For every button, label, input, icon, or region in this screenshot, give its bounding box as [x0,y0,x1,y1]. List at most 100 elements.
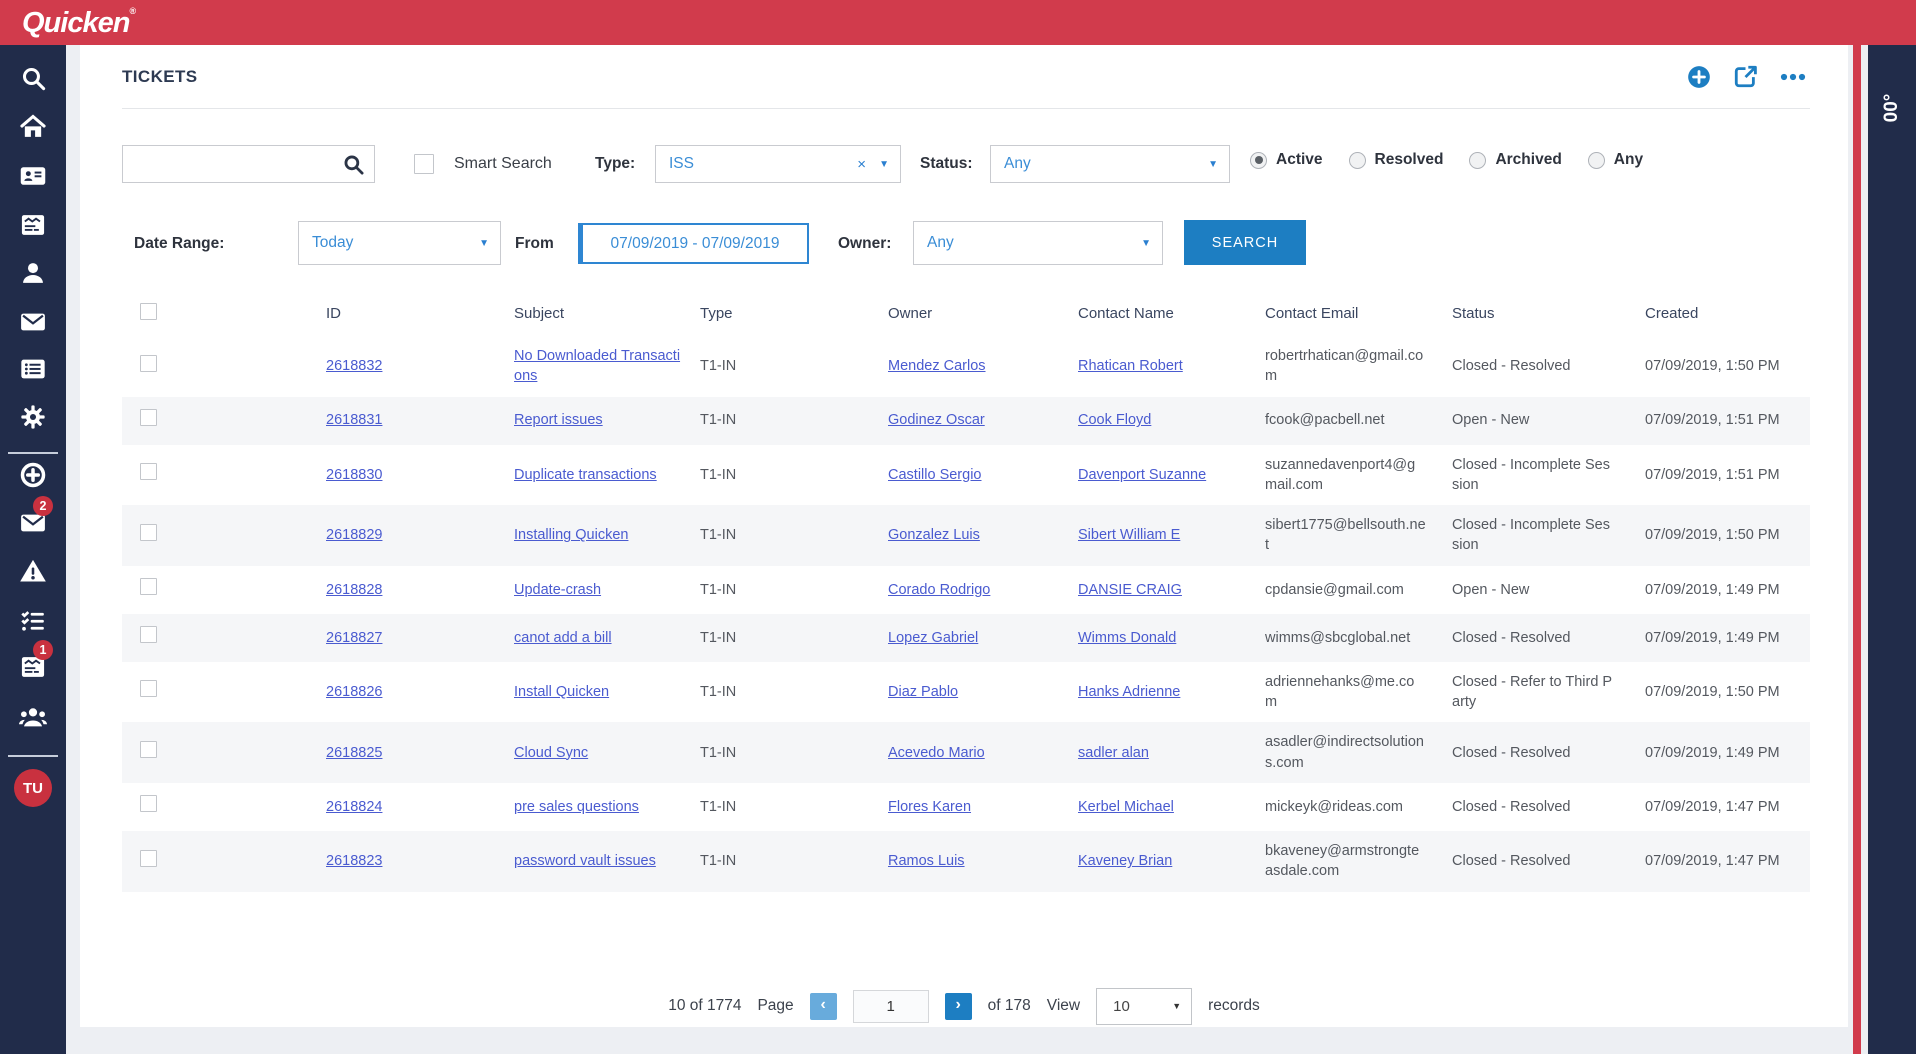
user-avatar[interactable]: TU [14,769,52,807]
task-checklist-icon[interactable] [0,607,66,635]
radio-active[interactable]: Active [1250,151,1323,169]
ticket-note-icon[interactable] [0,211,66,239]
ticket-subject-link[interactable]: canot add a bill [514,630,612,646]
list-icon[interactable] [0,355,66,383]
row-checkbox[interactable] [140,741,157,758]
ticket-subject-link[interactable]: pre sales questions [514,799,639,815]
date-range-value: Today [299,234,353,252]
radio-archived[interactable]: Archived [1469,151,1561,169]
ticket-id-link[interactable]: 2618829 [326,527,382,543]
search-button[interactable]: SEARCH [1184,220,1306,265]
contact-card-icon[interactable] [0,162,66,190]
ticket-status: Open - New [1452,566,1645,614]
row-checkbox[interactable] [140,680,157,697]
ticket-row: 2618827 canot add a bill T1-IN Lopez Gab… [122,614,1810,662]
ticket-owner-link[interactable]: Corado Rodrigo [888,582,990,598]
row-checkbox[interactable] [140,463,157,480]
ticket-subject-link[interactable]: Cloud Sync [514,745,588,761]
row-checkbox[interactable] [140,409,157,426]
radio-dot[interactable] [1250,152,1267,169]
ticket-search-input[interactable] [133,146,333,182]
page-size-value: 10 [1097,998,1130,1015]
ticket-owner-link[interactable]: Mendez Carlos [888,358,986,374]
ticket-id-link[interactable]: 2618830 [326,467,382,483]
contact-name-link[interactable]: Davenport Suzanne [1078,467,1206,483]
type-select[interactable]: ISS × ▼ [655,145,901,183]
contact-name-link[interactable]: DANSIE CRAIG [1078,582,1182,598]
collapsed-side-panel[interactable]: 00° [1868,45,1916,1054]
contact-name-link[interactable]: Kaveney Brian [1078,853,1172,869]
alert-triangle-icon[interactable] [0,557,66,585]
ticket-subject-link[interactable]: Duplicate transactions [514,467,657,483]
prev-page-button[interactable]: ‹ [810,993,837,1020]
ticket-id-link[interactable]: 2618825 [326,745,382,761]
smart-search-checkbox[interactable] [414,154,434,174]
search-submit-icon[interactable] [342,153,365,181]
page-size-select[interactable]: 10 ▼ [1096,988,1192,1025]
contact-email: asadler@indirectsolutions.com [1265,722,1452,783]
row-checkbox[interactable] [140,578,157,595]
contact-name-link[interactable]: Cook Floyd [1078,412,1151,428]
ticket-id-link[interactable]: 2618828 [326,582,382,598]
chevron-down-icon: ▼ [1208,159,1218,170]
ticket-owner-link[interactable]: Diaz Pablo [888,684,958,700]
home-icon[interactable] [0,113,66,141]
mail-icon[interactable] [0,308,66,336]
radio-resolved[interactable]: Resolved [1349,151,1444,169]
ticket-owner-link[interactable]: Ramos Luis [888,853,965,869]
inbox-mail-icon[interactable]: 2 [0,509,66,537]
more-options-icon[interactable] [1779,63,1806,90]
radio-any[interactable]: Any [1588,151,1643,169]
page-title: TICKETS [122,67,198,87]
contact-name-link[interactable]: Hanks Adrienne [1078,684,1180,700]
person-icon[interactable] [0,259,66,287]
row-checkbox[interactable] [140,850,157,867]
search-icon[interactable] [0,64,66,92]
ticket-created: 07/09/2019, 1:50 PM [1645,505,1810,566]
ticket-id-link[interactable]: 2618831 [326,412,382,428]
contact-name-link[interactable]: Wimms Donald [1078,630,1176,646]
ticket-owner-link[interactable]: Acevedo Mario [888,745,985,761]
contact-name-link[interactable]: sadler alan [1078,745,1149,761]
ticket-id-link[interactable]: 2618824 [326,799,382,815]
clear-type-icon[interactable]: × [857,156,866,173]
ticket-subject-link[interactable]: No Downloaded Transactions [514,348,680,384]
ticket-owner-link[interactable]: Gonzalez Luis [888,527,980,543]
ticket-subject-link[interactable]: Update-crash [514,582,601,598]
ticket-subject-link[interactable]: Installing Quicken [514,527,628,543]
next-page-button[interactable]: › [945,993,972,1020]
radio-dot[interactable] [1588,152,1605,169]
ticket-id-link[interactable]: 2618826 [326,684,382,700]
owner-select[interactable]: Any ▼ [913,221,1163,265]
ticket-owner-link[interactable]: Godinez Oscar [888,412,985,428]
row-checkbox[interactable] [140,524,157,541]
ticket-id-link[interactable]: 2618827 [326,630,382,646]
ticket-owner-link[interactable]: Lopez Gabriel [888,630,978,646]
date-range-input[interactable]: 07/09/2019 - 07/09/2019 [578,223,809,264]
share-export-icon[interactable] [1732,63,1759,90]
page-number-input[interactable] [853,990,929,1023]
row-checkbox[interactable] [140,795,157,812]
add-ticket-icon[interactable] [1685,63,1712,90]
date-range-select[interactable]: Today ▼ [298,221,501,265]
ticket-owner-link[interactable]: Castillo Sergio [888,467,982,483]
radio-dot[interactable] [1349,152,1366,169]
row-checkbox[interactable] [140,626,157,643]
contact-name-link[interactable]: Sibert William E [1078,527,1180,543]
select-all-checkbox[interactable] [140,303,157,320]
ticket-id-link[interactable]: 2618823 [326,853,382,869]
contact-name-link[interactable]: Rhatican Robert [1078,358,1183,374]
ticket-subject-link[interactable]: Install Quicken [514,684,609,700]
ticket-subject-link[interactable]: password vault issues [514,853,656,869]
ticket-owner-link[interactable]: Flores Karen [888,799,971,815]
ticket-id-link[interactable]: 2618832 [326,358,382,374]
radio-dot[interactable] [1469,152,1486,169]
gear-icon[interactable] [0,403,66,431]
notes-clipboard-icon[interactable]: 1 [0,653,66,681]
contact-name-link[interactable]: Kerbel Michael [1078,799,1174,815]
ticket-subject-link[interactable]: Report issues [514,412,603,428]
status-select[interactable]: Any ▼ [990,145,1230,183]
add-circle-icon[interactable] [0,461,66,489]
teams-icon[interactable] [0,703,66,731]
row-checkbox[interactable] [140,355,157,372]
